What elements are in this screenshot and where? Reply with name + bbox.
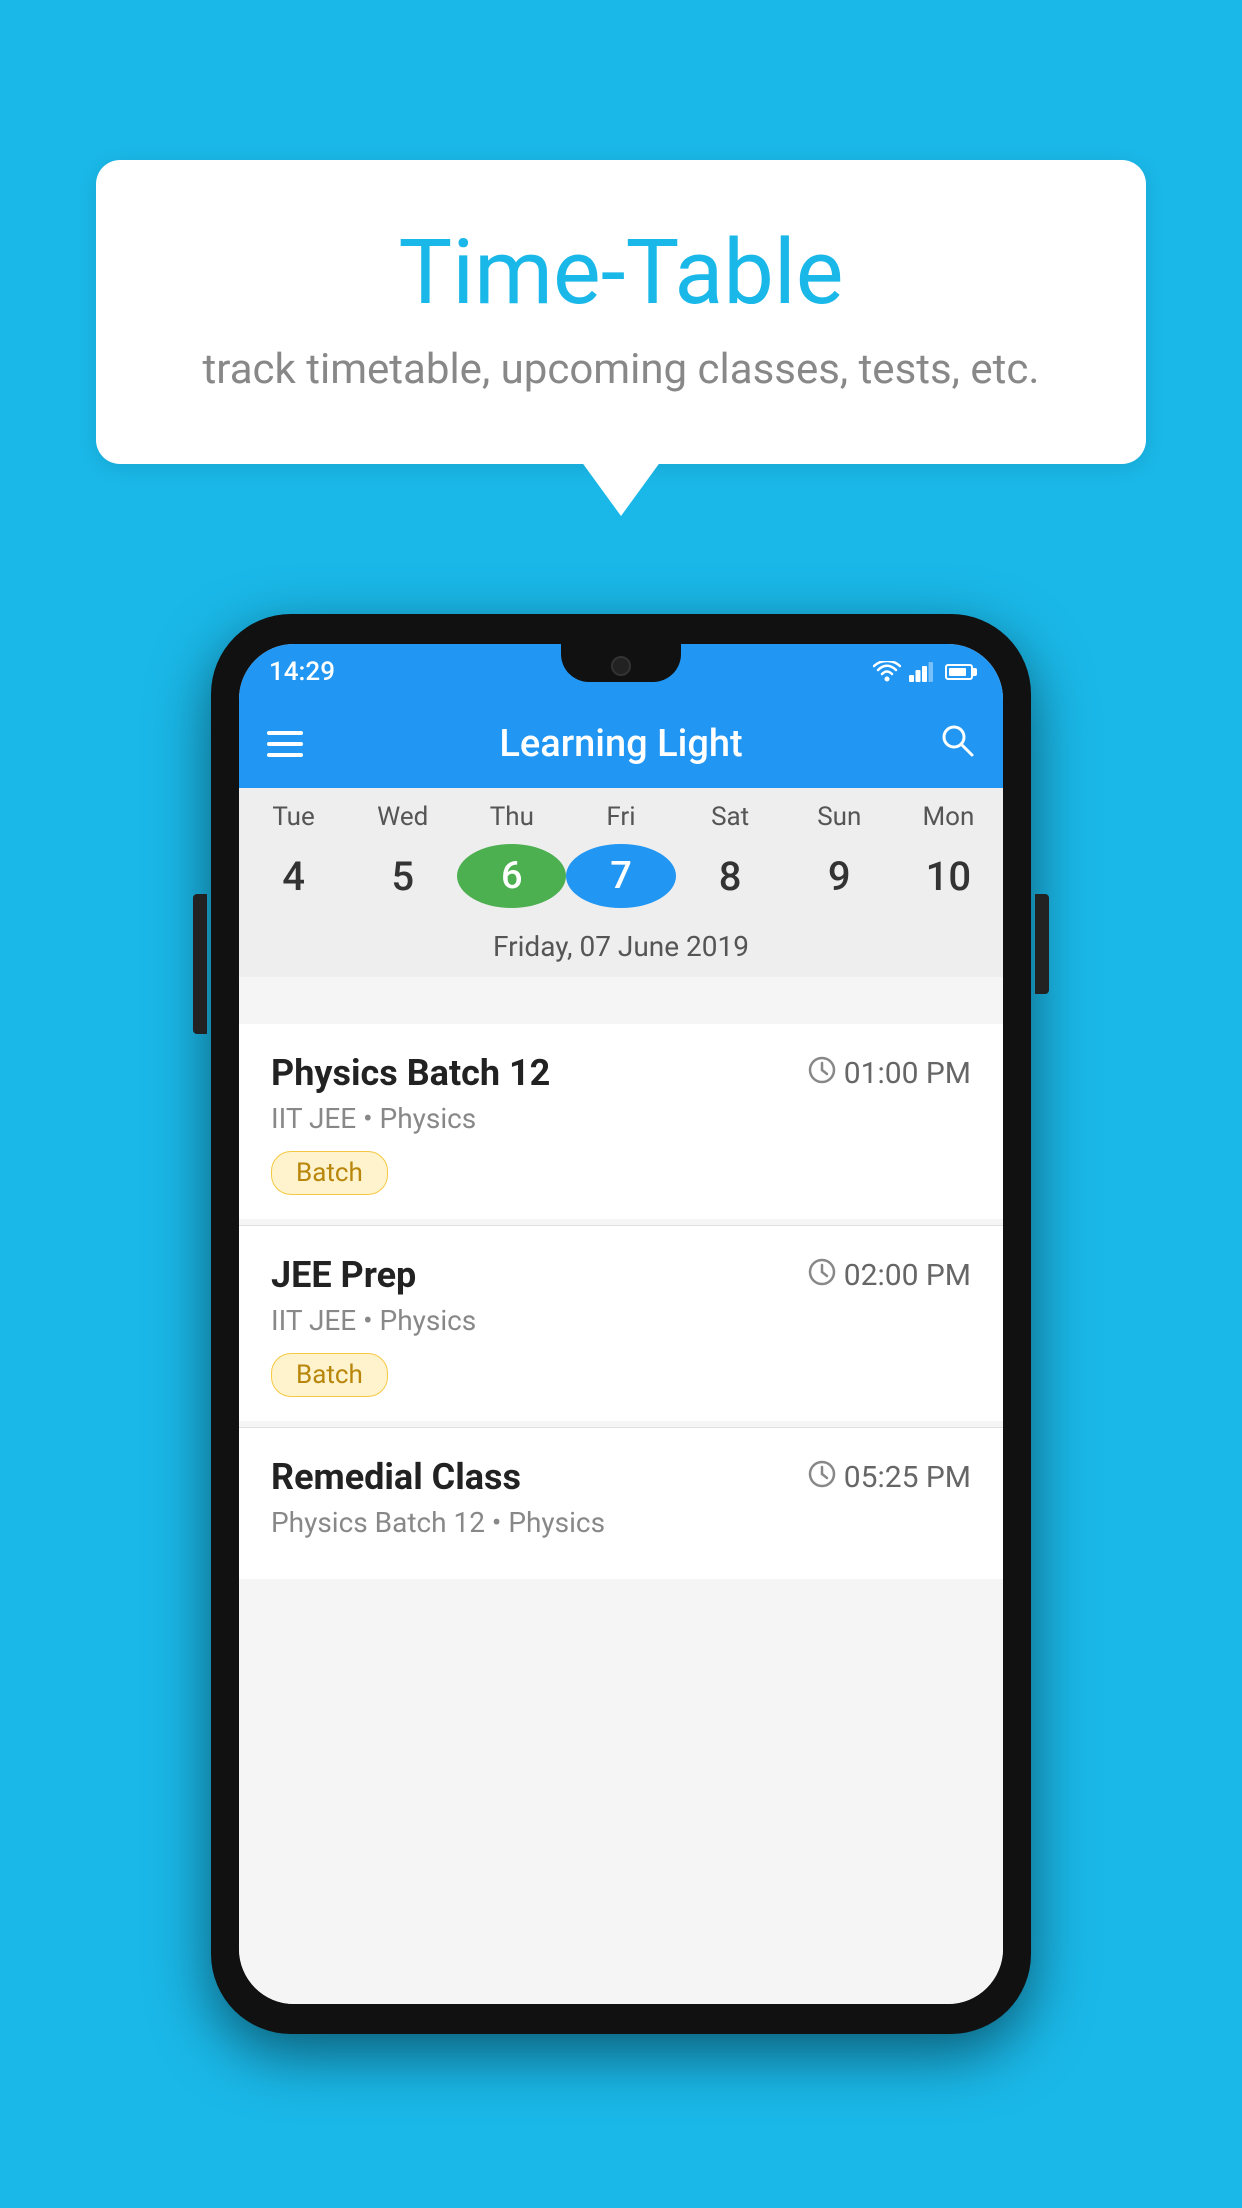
camera-dot (611, 656, 631, 676)
day-name-sat: Sat (676, 802, 785, 832)
schedule-title-1: Physics Batch 12 (271, 1052, 550, 1094)
toolbar-title: Learning Light (499, 722, 742, 766)
schedule-item-2[interactable]: JEE Prep 02:00 PM (239, 1226, 1003, 1421)
schedule-time-text-1: 01:00 PM (844, 1056, 971, 1091)
schedule-time-text-2: 02:00 PM (844, 1258, 971, 1293)
calendar-week: Tue Wed Thu Fri Sat Sun Mon 4 5 6 7 8 9 … (239, 788, 1003, 977)
schedule-sub-1: IIT JEE • Physics (271, 1102, 971, 1135)
schedule-time-3: 05:25 PM (808, 1460, 971, 1495)
clock-icon-3 (808, 1460, 836, 1495)
phone-screen: 14:29 (239, 644, 1003, 2004)
schedule-time-1: 01:00 PM (808, 1056, 971, 1091)
day-name-thu: Thu (457, 802, 566, 832)
selected-date-label: Friday, 07 June 2019 (239, 922, 1003, 977)
day-8[interactable]: 8 (676, 853, 785, 900)
schedule-sub-2: IIT JEE • Physics (271, 1304, 971, 1337)
schedule-title-3: Remedial Class (271, 1456, 521, 1498)
day-names-row: Tue Wed Thu Fri Sat Sun Mon (239, 788, 1003, 838)
day-10[interactable]: 10 (894, 853, 1003, 900)
bubble-title: Time-Table (176, 220, 1066, 325)
schedule-item-header-3: Remedial Class 05:25 PM (271, 1456, 971, 1498)
signal-icon (909, 662, 933, 682)
day-name-sun: Sun (785, 802, 894, 832)
day-name-mon: Mon (894, 802, 1003, 832)
wifi-icon (873, 661, 901, 683)
clock-icon-2 (808, 1258, 836, 1293)
phone-wrapper: 14:29 (211, 614, 1031, 2034)
day-9[interactable]: 9 (785, 853, 894, 900)
day-4[interactable]: 4 (239, 853, 348, 900)
status-icons (873, 661, 973, 683)
schedule-time-2: 02:00 PM (808, 1258, 971, 1293)
hamburger-menu-icon[interactable] (267, 731, 303, 757)
schedule-title-2: JEE Prep (271, 1254, 416, 1296)
schedule-sub-3: Physics Batch 12 • Physics (271, 1506, 971, 1539)
phone-notch (561, 644, 681, 682)
day-name-fri: Fri (566, 802, 675, 832)
clock-icon-1 (808, 1056, 836, 1091)
bubble-subtitle: track timetable, upcoming classes, tests… (176, 345, 1066, 394)
app-toolbar: Learning Light (239, 700, 1003, 788)
speech-bubble: Time-Table track timetable, upcoming cla… (96, 160, 1146, 464)
day-7-selected[interactable]: 7 (566, 844, 675, 908)
schedule-item-1[interactable]: Physics Batch 12 01:00 PM (239, 1024, 1003, 1219)
batch-tag-1: Batch (271, 1151, 388, 1195)
search-icon[interactable] (939, 722, 975, 767)
schedule-list: Physics Batch 12 01:00 PM (239, 1024, 1003, 2004)
schedule-item-header-2: JEE Prep 02:00 PM (271, 1254, 971, 1296)
phone-frame: 14:29 (211, 614, 1031, 2034)
day-name-wed: Wed (348, 802, 457, 832)
schedule-item-header-1: Physics Batch 12 01:00 PM (271, 1052, 971, 1094)
day-name-tue: Tue (239, 802, 348, 832)
batch-tag-2: Batch (271, 1353, 388, 1397)
schedule-time-text-3: 05:25 PM (844, 1460, 971, 1495)
battery-icon (945, 664, 973, 680)
day-numbers-row: 4 5 6 7 8 9 10 (239, 838, 1003, 922)
day-6-today[interactable]: 6 (457, 844, 566, 908)
schedule-item-3[interactable]: Remedial Class 05:25 PM (239, 1428, 1003, 1579)
day-5[interactable]: 5 (348, 853, 457, 900)
status-time: 14:29 (269, 657, 335, 687)
